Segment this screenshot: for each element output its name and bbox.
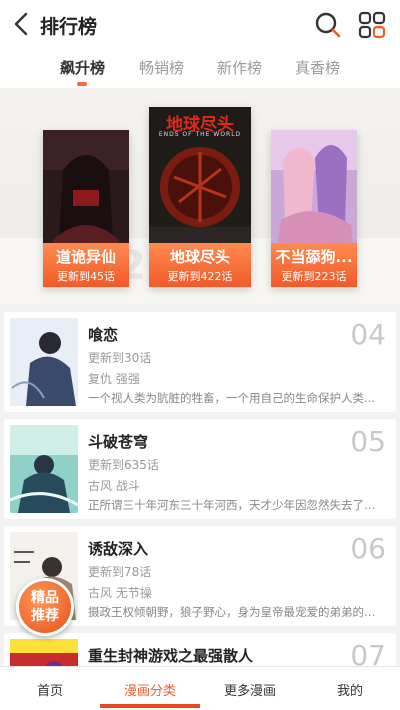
badge-line-1: 精品 bbox=[31, 590, 59, 606]
update-status: 更新到30话 bbox=[88, 351, 152, 365]
update-status: 更新到78话 bbox=[88, 565, 152, 579]
grid-menu-icon[interactable] bbox=[358, 11, 386, 39]
comic-description: 正所谓三十年河东三十年河西，天才少年因忽然失去了天... bbox=[88, 498, 384, 512]
comic-title: 不当舔狗... bbox=[275, 248, 353, 266]
tab-rising[interactable]: 飙升榜 bbox=[60, 57, 105, 78]
comic-title: 斗破苍穹 bbox=[88, 433, 149, 451]
tab-new-works[interactable]: 新作榜 bbox=[217, 57, 262, 78]
update-status: 更新到45话 bbox=[57, 270, 115, 283]
comic-title: 喰恋 bbox=[88, 326, 119, 344]
list-item[interactable]: 喰恋 更新到30话 复仇 强强 一个视人类为肮脏的牲畜，一个用自己的生命保护人类… bbox=[4, 312, 396, 412]
podium-card-first[interactable]: 地球尽头 ENDS OF THE WORLD 地球尽头 更新到422话 bbox=[149, 107, 251, 287]
comic-title: 道诡异仙 bbox=[55, 248, 116, 266]
podium-card-second[interactable]: 道诡异仙 更新到45话 bbox=[43, 130, 129, 287]
update-status: 更新到422话 bbox=[167, 270, 233, 283]
comic-tags: 古风 无节操 bbox=[88, 586, 152, 600]
podium-card-third[interactable]: 不当舔狗... 更新到223话 bbox=[271, 130, 357, 287]
cover-subtitle: ENDS OF THE WORLD bbox=[158, 131, 242, 138]
update-status: 更新到223话 bbox=[281, 270, 347, 283]
comic-description: 一个视人类为肮脏的牲畜，一个用自己的生命保护人类... bbox=[88, 391, 375, 405]
rank-number: 06 bbox=[350, 532, 386, 565]
search-icon[interactable] bbox=[314, 11, 342, 39]
podium-caption: 地球尽头 更新到422话 bbox=[149, 243, 251, 287]
rank-number: 04 bbox=[350, 318, 386, 351]
comic-title: 诱敌深入 bbox=[88, 540, 149, 558]
update-status: 更新到635话 bbox=[88, 458, 159, 472]
featured-recommend-button[interactable]: 精品 推荐 bbox=[16, 578, 74, 636]
active-nav-indicator bbox=[100, 704, 200, 708]
bottom-navigation: 首页 漫画分类 更多漫画 我的 bbox=[0, 666, 400, 710]
tab-worth-it[interactable]: 真香榜 bbox=[295, 57, 340, 78]
comic-tags: 复仇 强强 bbox=[88, 372, 140, 386]
list-item[interactable]: 斗破苍穹 更新到635话 古风 战斗 正所谓三十年河东三十年河西，天才少年因忽然… bbox=[4, 419, 396, 519]
comic-title: 地球尽头 bbox=[169, 248, 230, 266]
comic-thumbnail bbox=[10, 425, 78, 513]
comic-description: 摄政王权倾朝野，狼子野心，身为皇帝最宠爱的弟弟的臧... bbox=[88, 605, 384, 619]
top-bar: 排行榜 bbox=[0, 0, 400, 48]
nav-home[interactable]: 首页 bbox=[37, 680, 63, 699]
rank-number: 05 bbox=[350, 425, 386, 458]
ranking-tabs: 飙升榜 畅销榜 新作榜 真香榜 bbox=[0, 48, 400, 88]
comic-thumbnail bbox=[10, 318, 78, 406]
nav-more-comics[interactable]: 更多漫画 bbox=[224, 680, 276, 699]
nav-profile[interactable]: 我的 bbox=[337, 680, 363, 699]
comic-title: 重生封神游戏之最强散人 bbox=[88, 647, 254, 665]
back-arrow-icon[interactable] bbox=[10, 10, 34, 38]
nav-comic-categories[interactable]: 漫画分类 bbox=[124, 680, 176, 699]
active-tab-indicator bbox=[77, 82, 87, 86]
tab-bestselling[interactable]: 畅销榜 bbox=[139, 57, 184, 78]
badge-line-2: 推荐 bbox=[31, 608, 59, 624]
page-title: 排行榜 bbox=[40, 16, 98, 38]
podium-caption: 道诡异仙 更新到45话 bbox=[43, 243, 129, 287]
podium-caption: 不当舔狗... 更新到223话 bbox=[271, 243, 357, 287]
comic-tags: 古风 战斗 bbox=[88, 479, 140, 493]
